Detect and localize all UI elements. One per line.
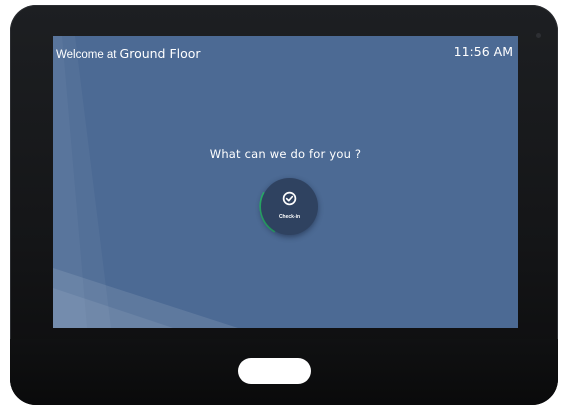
current-time: 11:56 AM (453, 44, 513, 59)
kiosk-screen: Welcome at Ground Floor 11:56 AM What can… (53, 36, 518, 328)
prompt-text: What can we do for you ? (209, 147, 362, 161)
welcome-header: Welcome at Ground Floor (56, 43, 201, 62)
tablet-device: Welcome at Ground Floor 11:56 AM What can… (10, 5, 558, 405)
welcome-prefix: Welcome at (56, 49, 117, 61)
camera-dot (536, 33, 541, 38)
check-in-disc (261, 178, 318, 235)
home-button[interactable] (238, 358, 311, 384)
location-name: Ground Floor (119, 46, 201, 61)
check-in-button[interactable]: Check-in (259, 176, 320, 237)
check-in-label: Check-in (278, 214, 301, 220)
check-circle-icon (282, 191, 297, 206)
